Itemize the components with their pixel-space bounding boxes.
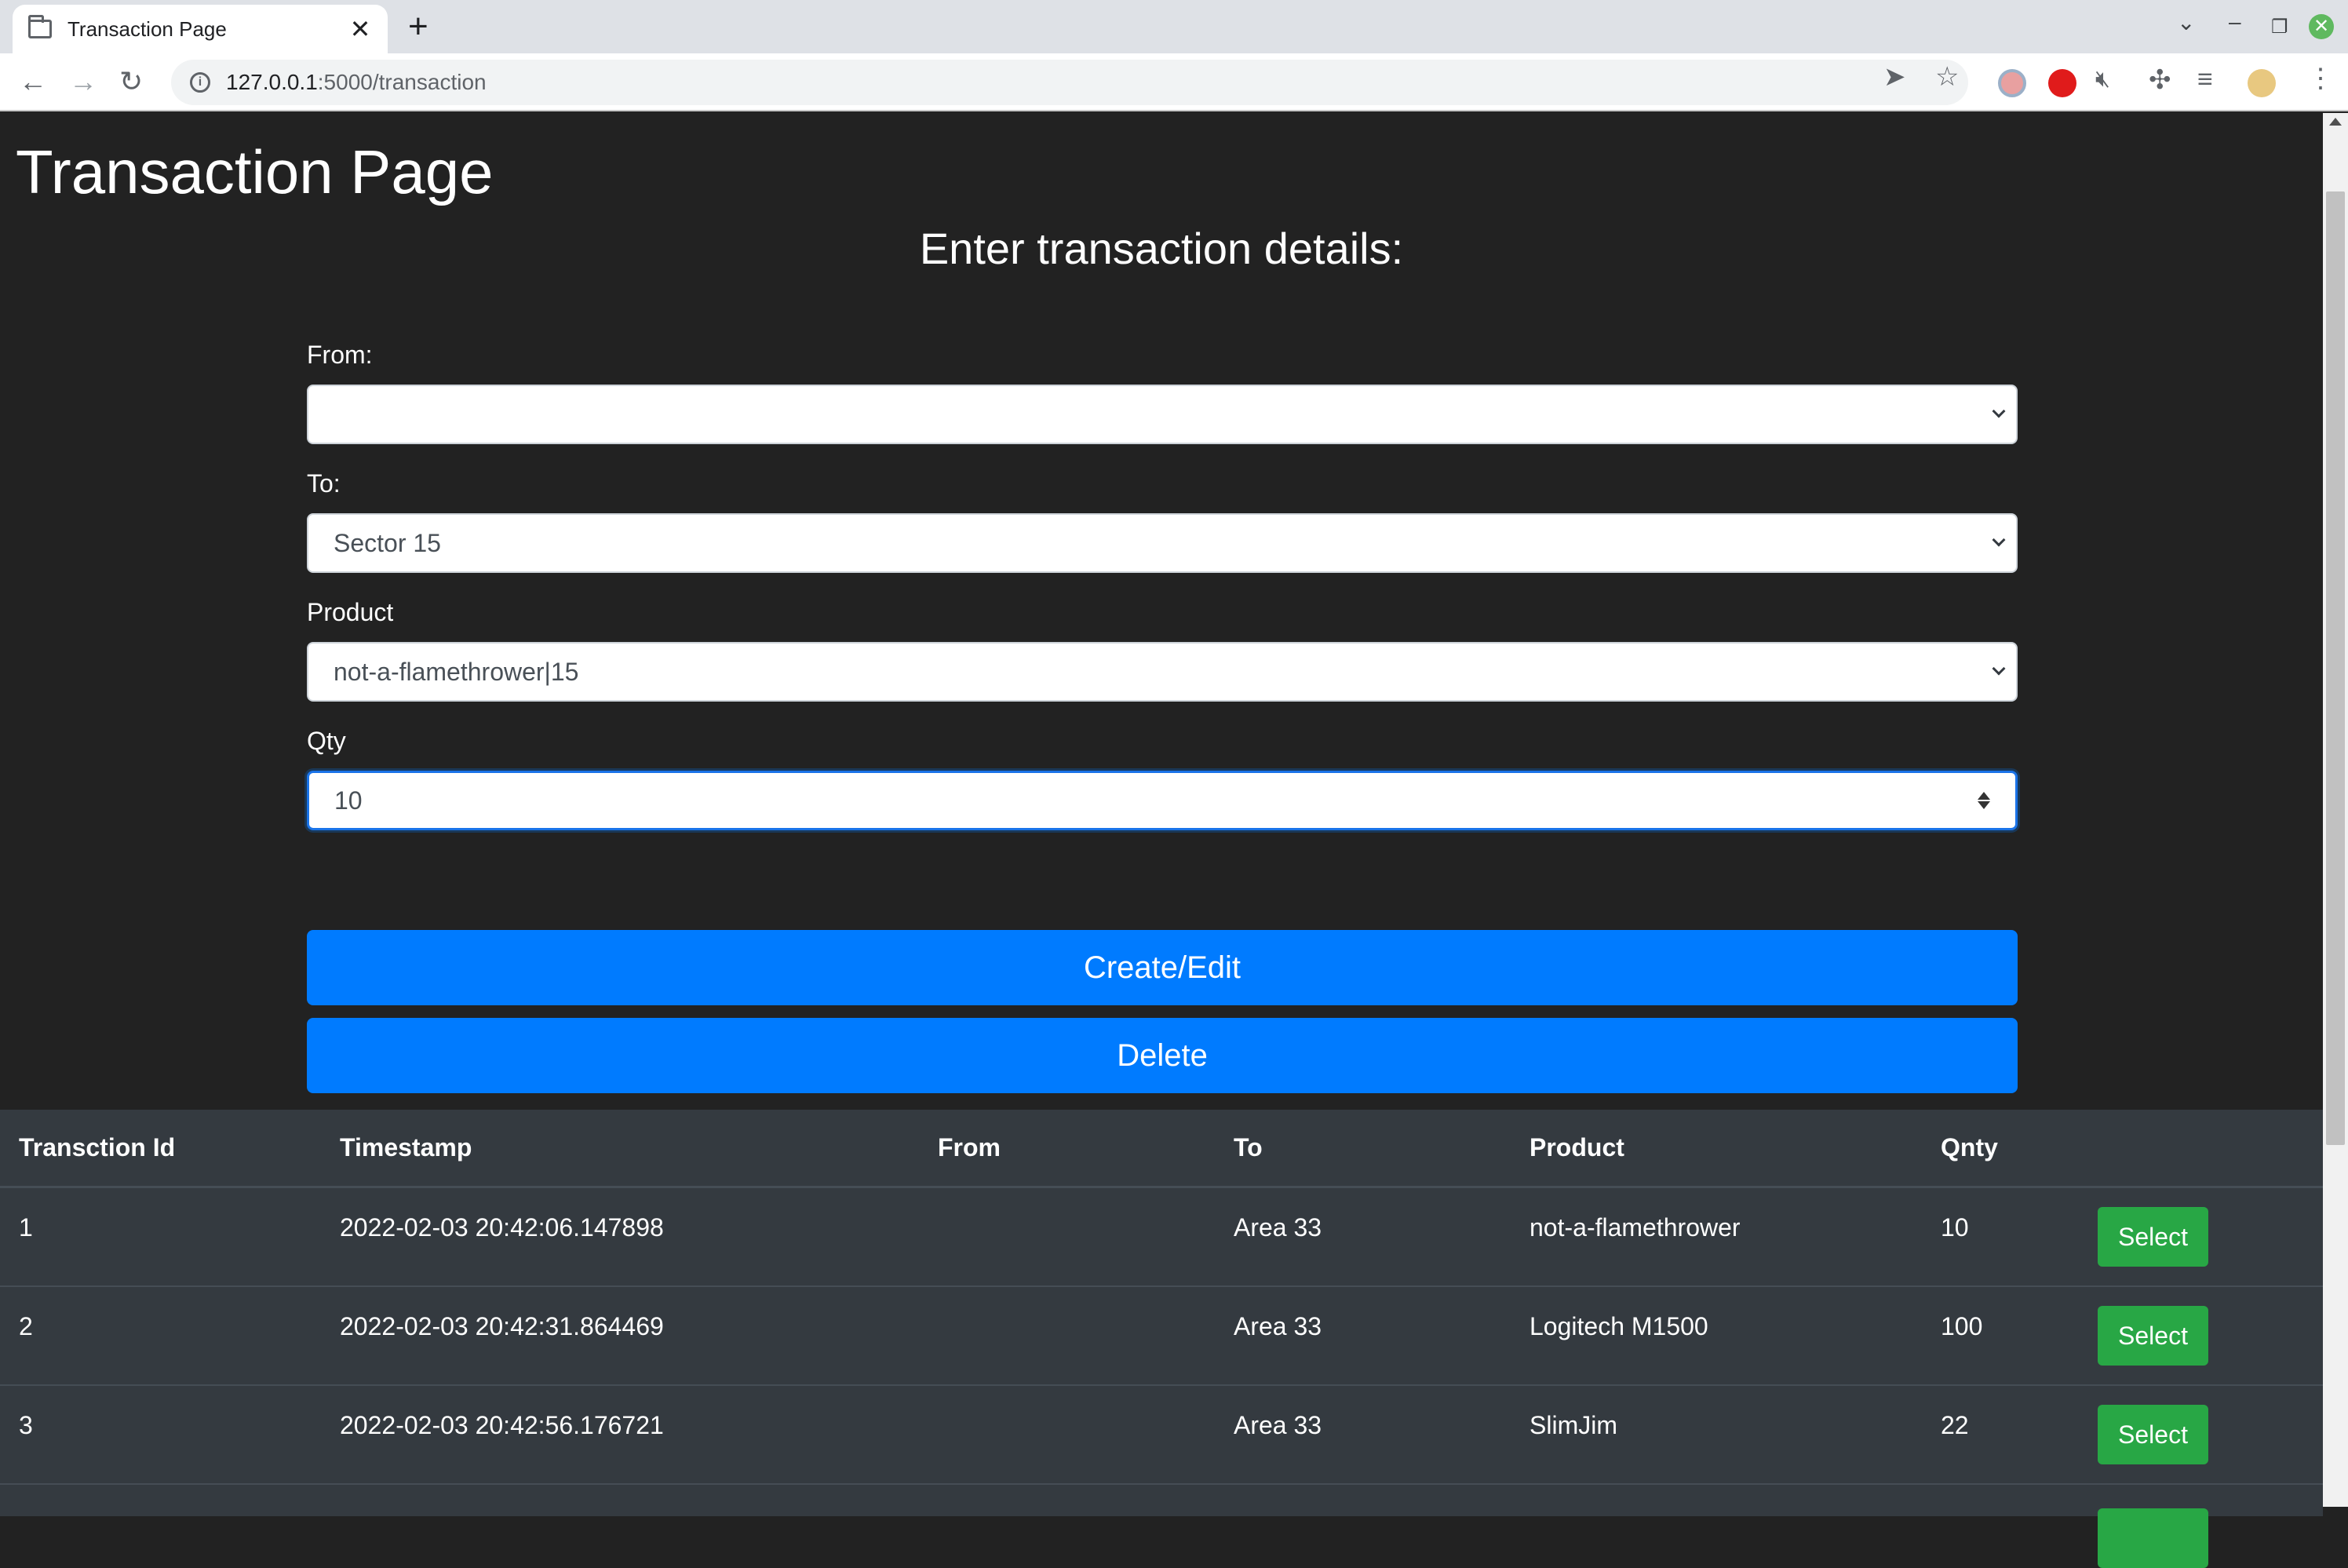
product-label: Product xyxy=(307,598,394,626)
url-path: :5000/transaction xyxy=(317,70,487,94)
transactions-table: Transction Id Timestamp From To Product … xyxy=(0,1110,2323,1568)
cell-id: 3 xyxy=(19,1411,33,1439)
page-scrollbar[interactable] xyxy=(2323,113,2348,1507)
tab-search-chevron-icon[interactable]: ⌄ xyxy=(2177,9,2195,35)
page-subtitle: Enter transaction details: xyxy=(919,224,1404,273)
back-arrow-icon[interactable]: ← xyxy=(19,64,47,99)
cell-qty: 22 xyxy=(1941,1411,1969,1439)
qty-input-value: 10 xyxy=(334,786,363,815)
from-select[interactable] xyxy=(307,385,2018,444)
header-product: Product xyxy=(1529,1133,1624,1161)
media-playlist-icon[interactable]: ≡ xyxy=(2197,64,2213,95)
table-row: 2 2022-02-03 20:42:31.864469 Area 33 Log… xyxy=(0,1287,2323,1386)
browser-tab[interactable]: Transaction Page ✕ xyxy=(13,5,388,53)
bookmark-star-icon[interactable]: ☆ xyxy=(1935,61,1959,93)
to-select-value: Sector 15 xyxy=(334,528,441,557)
window-close-icon[interactable]: ✕ xyxy=(2309,14,2334,39)
scrollbar-thumb[interactable] xyxy=(2326,191,2345,1145)
cell-id: 2 xyxy=(19,1312,33,1340)
extensions-puzzle-icon[interactable]: ✣ xyxy=(2149,64,2171,96)
header-from: From xyxy=(938,1133,1001,1161)
extension-icon[interactable] xyxy=(1998,69,2026,97)
tab-close-icon[interactable]: ✕ xyxy=(348,14,372,44)
cell-product: not-a-flamethrower xyxy=(1529,1213,1741,1242)
page-title: Transaction Page xyxy=(16,137,494,206)
select-button[interactable]: Select xyxy=(2098,1207,2208,1267)
table-row: 3 2022-02-03 20:42:56.176721 Area 33 Sli… xyxy=(0,1386,2323,1485)
browser-tab-bar: Transaction Page ✕ + ⌄ – ❐ ✕ xyxy=(0,0,2348,53)
browser-toolbar: ← → ↻ i 127.0.0.1:5000/transaction ➤ ☆ 🔇… xyxy=(0,53,2348,111)
cell-timestamp: 2022-02-03 20:42:06.147898 xyxy=(340,1213,664,1242)
cell-timestamp: 2022-02-03 20:42:56.176721 xyxy=(340,1411,664,1439)
header-transaction-id: Transction Id xyxy=(19,1133,176,1161)
select-button[interactable]: Select xyxy=(2098,1306,2208,1366)
cell-to: Area 33 xyxy=(1234,1312,1322,1340)
opera-extension-icon[interactable] xyxy=(2048,69,2076,97)
chevron-down-icon xyxy=(1992,404,2006,418)
transaction-form: From: To: Sector 15 Product not-a-flamet… xyxy=(307,341,2018,855)
new-tab-button[interactable]: + xyxy=(408,9,428,44)
product-select[interactable]: not-a-flamethrower|15 xyxy=(307,642,2018,702)
page-content: Transaction Page Enter transaction detai… xyxy=(0,113,2323,1568)
site-info-icon[interactable]: i xyxy=(190,72,210,93)
mute-icon[interactable]: 🔇︎ xyxy=(2095,66,2110,93)
delete-button[interactable]: Delete xyxy=(307,1018,2018,1093)
cell-id: 1 xyxy=(19,1213,33,1242)
cell-qty: 10 xyxy=(1941,1213,1969,1242)
cell-product: SlimJim xyxy=(1529,1411,1617,1439)
folder-icon xyxy=(28,15,52,38)
cell-to: Area 33 xyxy=(1234,1213,1322,1242)
table-header-row: Transction Id Timestamp From To Product … xyxy=(0,1110,2323,1188)
to-label: To: xyxy=(307,469,341,498)
qty-label: Qty xyxy=(307,727,346,755)
reload-icon[interactable]: ↻ xyxy=(119,64,143,99)
address-bar[interactable]: i 127.0.0.1:5000/transaction xyxy=(171,60,1968,105)
url-host: 127.0.0.1 xyxy=(226,70,318,94)
from-label: From: xyxy=(307,341,373,369)
chevron-down-icon xyxy=(1992,662,2006,676)
send-icon[interactable]: ➤ xyxy=(1883,61,1906,93)
qty-input[interactable]: 10 xyxy=(307,771,2018,830)
product-select-value: not-a-flamethrower|15 xyxy=(334,657,579,686)
tab-title: Transaction Page xyxy=(67,16,227,41)
cell-to: Area 33 xyxy=(1234,1411,1322,1439)
table-row xyxy=(0,1485,2323,1568)
restore-icon[interactable]: ❐ xyxy=(2271,16,2288,38)
minimize-icon[interactable]: – xyxy=(2229,9,2241,35)
create-edit-button[interactable]: Create/Edit xyxy=(307,930,2018,1005)
header-qnty: Qnty xyxy=(1941,1133,1998,1161)
profile-avatar[interactable] xyxy=(2248,69,2276,97)
cell-timestamp: 2022-02-03 20:42:31.864469 xyxy=(340,1312,664,1340)
table-row: 1 2022-02-03 20:42:06.147898 Area 33 not… xyxy=(0,1188,2323,1287)
chevron-down-icon xyxy=(1992,533,2006,547)
select-button[interactable]: Select xyxy=(2098,1405,2208,1464)
spinner-icon[interactable] xyxy=(1978,790,1993,811)
scroll-up-icon[interactable] xyxy=(2329,118,2342,126)
cell-product: Logitech M1500 xyxy=(1529,1312,1708,1340)
select-button[interactable] xyxy=(2098,1508,2208,1568)
to-select[interactable]: Sector 15 xyxy=(307,513,2018,573)
cell-qty: 100 xyxy=(1941,1312,1983,1340)
header-to: To xyxy=(1234,1133,1263,1161)
header-timestamp: Timestamp xyxy=(340,1133,472,1161)
forward-arrow-icon[interactable]: → xyxy=(69,64,97,99)
menu-dots-icon[interactable]: ⋮ xyxy=(2307,63,2334,94)
